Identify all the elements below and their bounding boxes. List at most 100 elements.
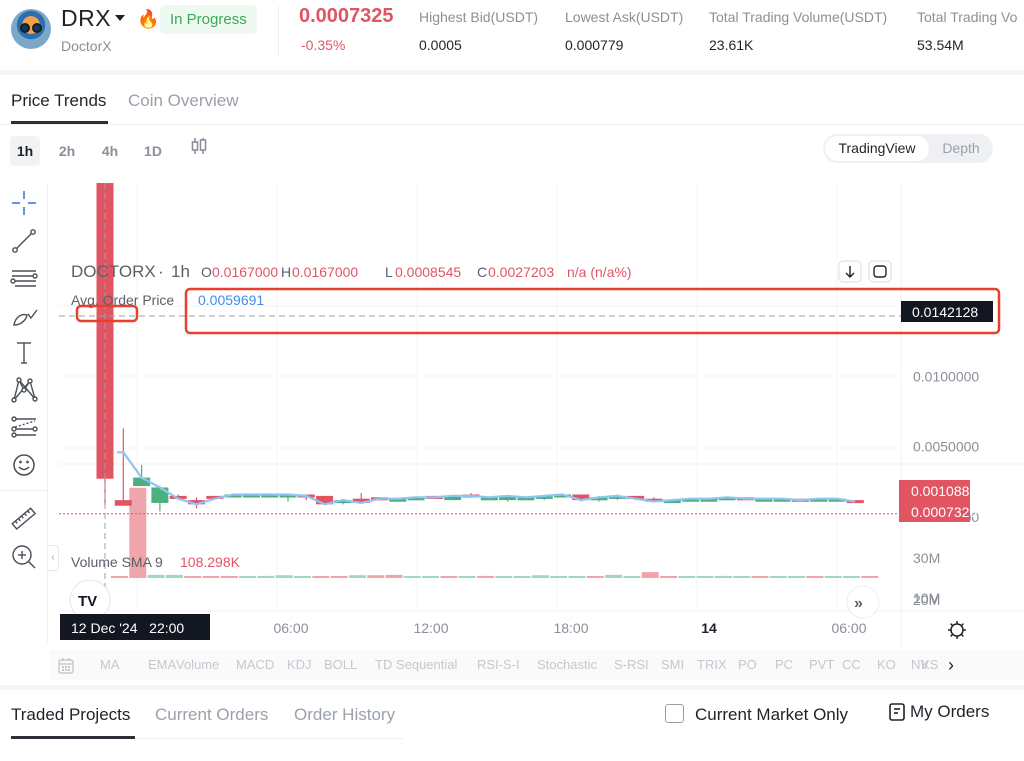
indicator-trix[interactable]: TRIX	[697, 657, 727, 672]
interval-1d[interactable]: 1D	[138, 136, 168, 166]
last-price: 0.0007325	[299, 5, 394, 27]
volume-bar	[843, 576, 860, 578]
interval-1h[interactable]: 1h	[10, 136, 40, 166]
orders-panel: Traded Projects Current Orders Order His…	[0, 690, 1024, 761]
price-tick: 0.0100000	[913, 368, 979, 384]
indicator-smi[interactable]: SMI	[661, 657, 684, 672]
price-change: -0.35%	[301, 37, 346, 53]
volume-bar	[294, 576, 311, 578]
volume-bar	[605, 574, 623, 578]
volume-bar	[806, 576, 824, 578]
candlestick-icon[interactable]	[184, 136, 214, 166]
volume-bar	[495, 576, 513, 578]
divider	[278, 6, 279, 56]
my-orders-button[interactable]: My Orders	[888, 702, 989, 722]
tab-current-orders[interactable]: Current Orders	[155, 705, 268, 725]
indicator-ma[interactable]: MA	[100, 657, 120, 672]
volume-bar	[477, 575, 494, 578]
legend-separator: ·	[158, 262, 164, 281]
stat-lowest-ask: Lowest Ask(USDT) 0.000779	[565, 9, 683, 53]
indicator-po[interactable]: PO	[738, 657, 757, 672]
volume-value: 108.298K	[180, 554, 241, 570]
legend-change: n/a (n/a%)	[567, 264, 632, 280]
scroll-to-latest-button[interactable]: »	[846, 585, 880, 619]
price-badge-ma: 0.0010885	[911, 483, 977, 499]
volume-bar	[531, 575, 549, 578]
indicator-pc[interactable]: PC	[775, 657, 793, 672]
caret-down-icon[interactable]	[115, 15, 125, 21]
trend-line-icon[interactable]	[6, 223, 42, 259]
interval-2h[interactable]: 2h	[52, 136, 82, 166]
zoom-in-icon[interactable]	[6, 539, 42, 575]
current-market-only-label[interactable]: Current Market Only	[695, 705, 848, 725]
indicator-ks[interactable]: KS	[921, 657, 938, 672]
volume-bar	[184, 576, 202, 578]
emoji-icon[interactable]	[6, 447, 42, 483]
legend-high-label: H	[281, 264, 291, 280]
time-tick: 18:00	[553, 620, 588, 636]
indicator-stochastic[interactable]: Stochastic	[537, 657, 597, 672]
volume-bar	[696, 576, 714, 578]
brush-icon[interactable]	[6, 297, 42, 333]
volume-bar	[257, 575, 275, 578]
candle-body	[151, 487, 169, 503]
download-button[interactable]	[838, 260, 862, 283]
chevron-right-icon[interactable]: ›	[948, 655, 954, 676]
view-tradingview[interactable]: TradingView	[825, 136, 929, 161]
volume-bar	[550, 576, 568, 578]
volume-tick: 10M	[913, 590, 940, 606]
indicator-ko[interactable]: KO	[877, 657, 896, 672]
tab-coin-overview[interactable]: Coin Overview	[128, 91, 239, 111]
indicator-kdj[interactable]: KDJ	[287, 657, 312, 672]
view-depth[interactable]: Depth	[931, 136, 991, 161]
legend-close: 0.0027203	[488, 264, 554, 280]
ruler-icon[interactable]	[6, 501, 42, 537]
indicator-boll[interactable]: BOLL	[324, 657, 357, 672]
indicator-volume[interactable]: Volume	[176, 657, 219, 672]
tradingview-logo-icon: TV	[78, 593, 97, 610]
legend-interval: 1h	[171, 262, 190, 281]
indicator-td-sequential[interactable]: TD Sequential	[375, 657, 457, 672]
volume-bar	[239, 576, 257, 578]
indicator-cc[interactable]: CC	[842, 657, 861, 672]
indicator-s-rsi[interactable]: S-RSI	[614, 657, 649, 672]
indicator-macd[interactable]: MACD	[236, 657, 274, 672]
indicator-pvt[interactable]: PVT	[809, 657, 834, 672]
stat-value: 23.61K	[709, 37, 754, 53]
fullscreen-button[interactable]	[868, 260, 892, 283]
stat-highest-bid: Highest Bid(USDT) 0.0005	[419, 9, 538, 53]
volume-bar	[660, 576, 677, 578]
tab-order-history[interactable]: Order History	[294, 705, 395, 725]
active-tab-indicator	[11, 121, 108, 124]
current-market-only-checkbox[interactable]	[665, 704, 684, 723]
volume-bar	[623, 576, 641, 578]
market-header: DRX 🔥 In Progress DoctorX 0.0007325 -0.3…	[0, 0, 1024, 70]
volume-bar	[330, 576, 348, 578]
indicator-ema[interactable]: EMA	[148, 657, 176, 672]
horizontal-lines-icon[interactable]	[6, 260, 42, 296]
chart-panel: Price Trends Coin Overview 1h 2h 4h 1D T…	[0, 75, 1024, 685]
stat-value: 0.0005	[419, 37, 462, 53]
volume-bar	[220, 576, 238, 578]
time-tick: 06:00	[273, 620, 308, 636]
fire-icon: 🔥	[137, 9, 160, 29]
price-chart[interactable]: DOCTORX · 1h O 0.0167000 H 0.0167000 L 0…	[59, 183, 1024, 647]
volume-bar	[714, 575, 732, 578]
coin-symbol[interactable]: DRX	[61, 5, 111, 32]
text-icon[interactable]	[6, 335, 42, 371]
interval-4h[interactable]: 4h	[95, 136, 125, 166]
crosshair-icon[interactable]	[6, 185, 42, 221]
pattern-icon[interactable]	[6, 372, 42, 408]
tab-price-trends[interactable]: Price Trends	[11, 91, 106, 111]
chart-canvas[interactable]: DOCTORX · 1h O 0.0167000 H 0.0167000 L 0…	[59, 183, 1024, 647]
price-tick: 0.0050000	[913, 439, 979, 455]
indicator-rsi-s-i[interactable]: RSI-S-I	[477, 657, 520, 672]
tab-traded-projects[interactable]: Traded Projects	[11, 705, 130, 725]
volume-label: Volume SMA 9	[71, 554, 163, 570]
panel-tabs: Price Trends Coin Overview	[0, 75, 1024, 125]
active-tab-indicator	[11, 736, 135, 739]
calendar-icon[interactable]	[57, 657, 75, 680]
chart-settings-button[interactable]	[948, 621, 966, 639]
prediction-icon[interactable]	[6, 409, 42, 445]
collapse-toolbar-button[interactable]: ‹	[48, 545, 59, 571]
